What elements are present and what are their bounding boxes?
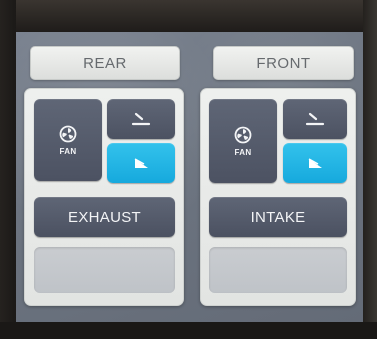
fan-icon bbox=[234, 126, 252, 144]
fan-icon bbox=[59, 125, 77, 143]
device-bezel-right bbox=[363, 0, 377, 339]
rear-vent-down-button[interactable] bbox=[107, 143, 175, 183]
rear-exhaust-button[interactable]: EXHAUST bbox=[34, 197, 175, 237]
front-empty-slot bbox=[209, 247, 347, 293]
front-vent-down-button[interactable] bbox=[283, 143, 347, 183]
vent-down-icon bbox=[130, 155, 152, 171]
rear-fan-button[interactable]: FAN bbox=[34, 99, 102, 181]
front-header-button[interactable]: FRONT bbox=[213, 46, 354, 80]
front-fan-button[interactable]: FAN bbox=[209, 99, 277, 183]
front-vent-up-button[interactable] bbox=[283, 99, 347, 139]
vent-up-icon bbox=[130, 111, 152, 127]
front-header-label: FRONT bbox=[256, 54, 311, 72]
front-intake-label: INTAKE bbox=[250, 208, 306, 226]
vent-down-icon bbox=[304, 155, 326, 171]
rear-fan-label: FAN bbox=[59, 146, 77, 156]
rear-vent-panel: FAN EXHAUST bbox=[24, 88, 184, 306]
rear-vent-up-button[interactable] bbox=[107, 99, 175, 139]
rear-exhaust-label: EXHAUST bbox=[68, 208, 141, 226]
rear-header-button[interactable]: REAR bbox=[30, 46, 180, 80]
front-intake-button[interactable]: INTAKE bbox=[209, 197, 347, 237]
rear-empty-slot bbox=[34, 247, 175, 293]
device-bezel-bottom bbox=[0, 322, 377, 339]
front-vent-panel: FAN INTAKE bbox=[200, 88, 356, 306]
device-bezel-top bbox=[0, 0, 377, 32]
device-bezel-left bbox=[0, 0, 16, 339]
vent-up-icon bbox=[304, 111, 326, 127]
rear-header-label: REAR bbox=[83, 54, 127, 72]
front-fan-label: FAN bbox=[234, 147, 252, 157]
touch-screen: REAR FRONT FAN EXHAUST FAN INTAKE bbox=[16, 32, 363, 322]
